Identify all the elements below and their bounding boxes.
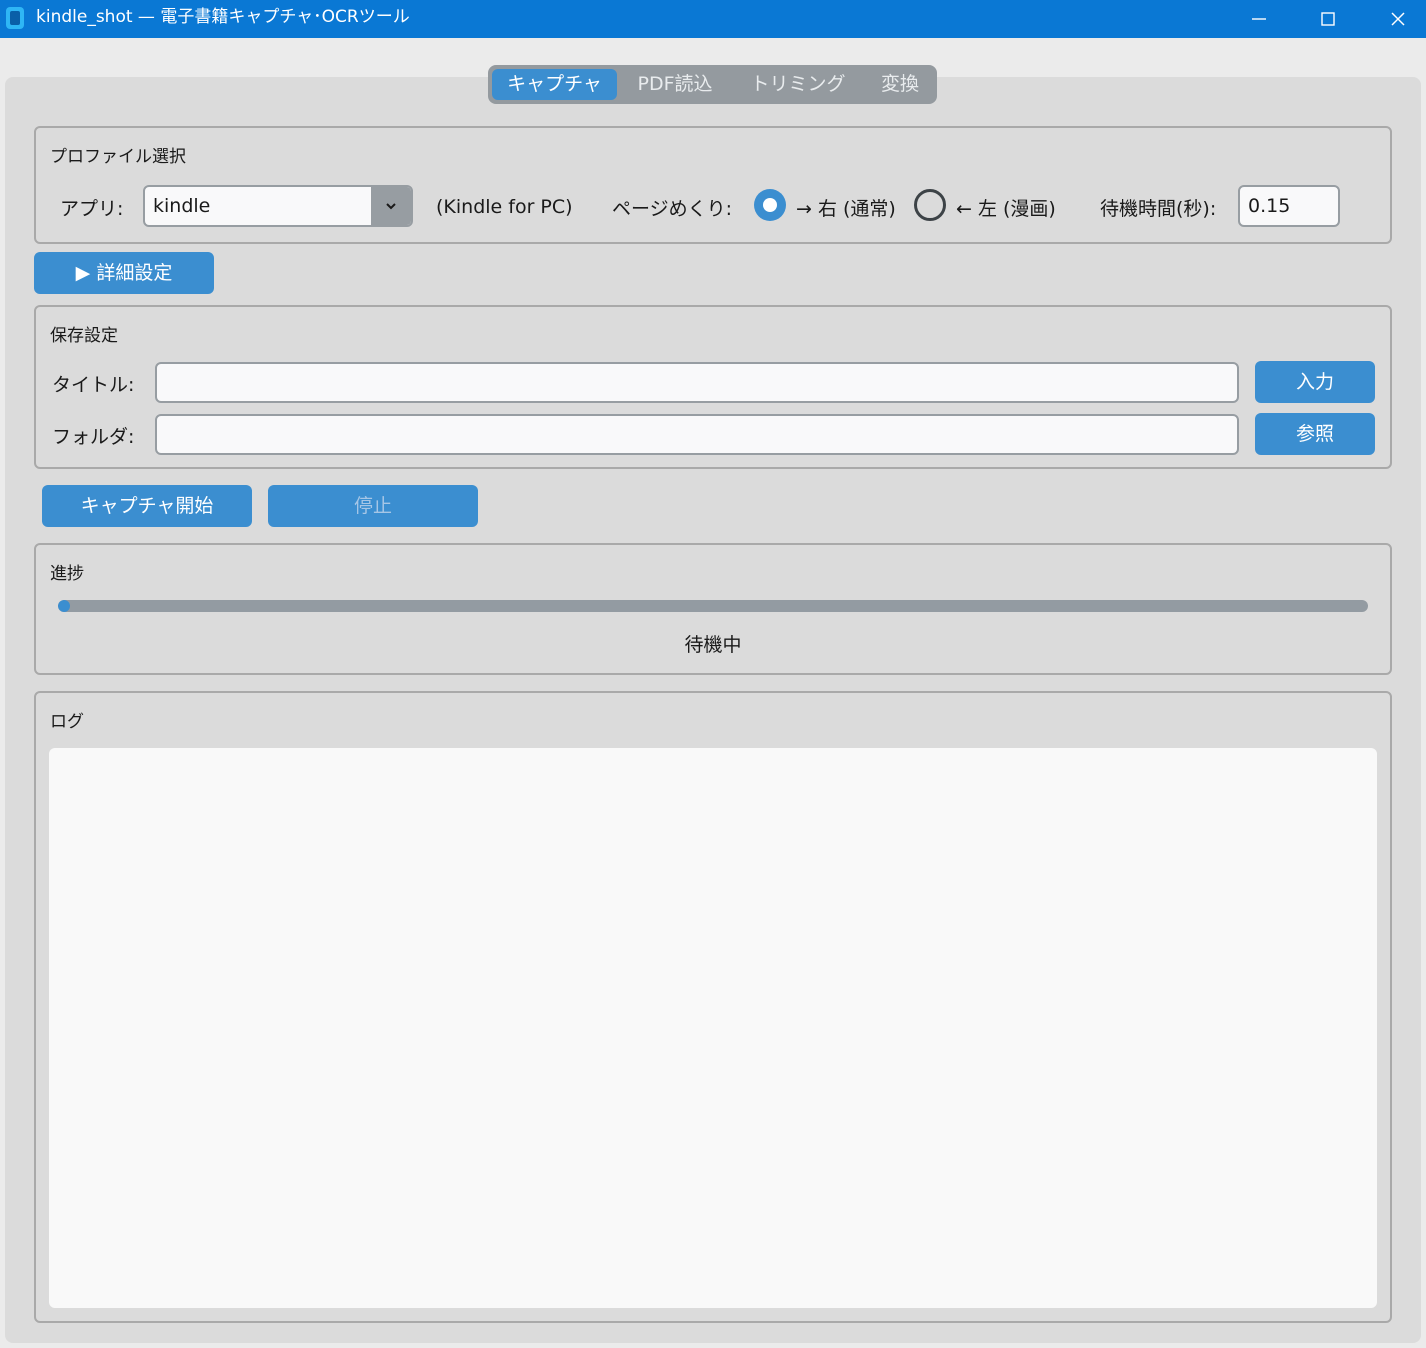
dropdown-arrow-button[interactable] — [371, 187, 411, 225]
wait-time-input[interactable] — [1238, 185, 1340, 227]
app-label: アプリ: — [60, 198, 124, 220]
progress-bar-fill — [58, 600, 70, 612]
chevron-down-icon — [386, 203, 396, 210]
tab-pdf-import[interactable]: PDF読込 — [621, 69, 729, 100]
title-input[interactable] — [155, 362, 1239, 403]
close-button[interactable] — [1363, 0, 1426, 38]
app-note: (Kindle for PC) — [436, 196, 573, 218]
start-capture-button[interactable]: キャプチャ開始 — [42, 485, 252, 527]
close-icon — [1391, 12, 1405, 26]
log-textbox[interactable] — [49, 748, 1377, 1308]
tab-bar: キャプチャ PDF読込 トリミング 変換 — [488, 65, 937, 104]
title-bar: kindle_shot — 電子書籍キャプチャ･OCRツール — [0, 0, 1426, 38]
minimize-icon — [1252, 18, 1266, 20]
app-icon — [6, 7, 24, 29]
title-enter-button[interactable]: 入力 — [1255, 361, 1375, 403]
radio-label-left[interactable]: ← 左 (漫画) — [956, 194, 1056, 221]
tab-trimming[interactable]: トリミング — [733, 69, 863, 100]
wait-time-label: 待機時間(秒): — [1100, 198, 1217, 220]
maximize-icon — [1321, 12, 1335, 26]
minimize-button[interactable] — [1224, 0, 1294, 38]
section-title-progress: 進捗 — [50, 564, 84, 584]
folder-label: フォルダ: — [52, 426, 135, 448]
stop-button[interactable]: 停止 — [268, 485, 478, 527]
radio-page-turn-right[interactable] — [754, 189, 786, 221]
section-title-log: ログ — [50, 712, 84, 732]
window-title: kindle_shot — 電子書籍キャプチャ･OCRツール — [36, 7, 410, 27]
progress-bar — [58, 600, 1368, 612]
app-dropdown-value: kindle — [153, 195, 211, 217]
title-label: タイトル: — [52, 374, 135, 396]
app-dropdown[interactable]: kindle — [143, 185, 413, 227]
advanced-settings-button[interactable]: ▶ 詳細設定 — [34, 252, 214, 294]
radio-label-right[interactable]: → 右 (通常) — [796, 194, 896, 221]
section-title-profile: プロファイル選択 — [50, 147, 186, 167]
folder-input[interactable] — [155, 414, 1239, 455]
radio-page-turn-left[interactable] — [914, 189, 946, 221]
section-title-save: 保存設定 — [50, 326, 118, 346]
page-turn-label: ページめくり: — [612, 198, 733, 220]
tab-convert[interactable]: 変換 — [867, 69, 933, 100]
maximize-button[interactable] — [1293, 0, 1363, 38]
folder-browse-button[interactable]: 参照 — [1255, 413, 1375, 455]
progress-status: 待機中 — [684, 634, 742, 656]
tab-capture[interactable]: キャプチャ — [492, 69, 617, 100]
